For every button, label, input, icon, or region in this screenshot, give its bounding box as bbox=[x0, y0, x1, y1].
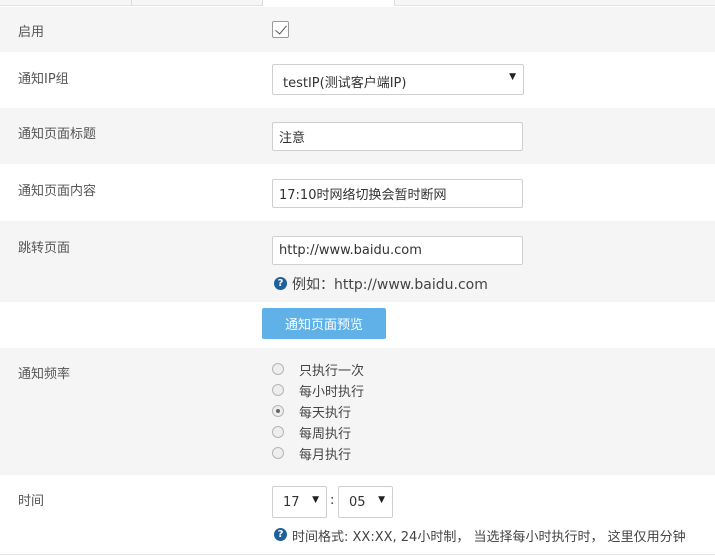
ip-group-select[interactable]: testIP(测试客户端IP) ▼ bbox=[272, 64, 524, 95]
caret-down-icon: ▼ bbox=[312, 495, 319, 505]
tab-active[interactable] bbox=[262, 0, 394, 7]
frequency-option-weekly[interactable]: 每周执行 bbox=[272, 423, 472, 442]
hour-value: 17 bbox=[283, 495, 300, 510]
radio-button[interactable] bbox=[272, 363, 284, 375]
page-content-input[interactable] bbox=[272, 179, 523, 208]
frequency-option-label: 每周执行 bbox=[299, 427, 352, 442]
time-row: 时间 17 ▼ : 05 ▼ ? 时间格式: XX:XX, 24小时制， 当选择… bbox=[0, 475, 715, 554]
frequency-option-label: 每月执行 bbox=[299, 448, 352, 463]
divider bbox=[0, 554, 715, 555]
radio-button[interactable] bbox=[272, 384, 284, 396]
redirect-input[interactable] bbox=[272, 236, 523, 265]
ip-group-row: 通知IP组 testIP(测试客户端IP) ▼ bbox=[0, 52, 715, 108]
page-content-label: 通知页面内容 bbox=[18, 184, 97, 199]
frequency-option-label: 只执行一次 bbox=[299, 364, 365, 379]
caret-down-icon: ▼ bbox=[509, 72, 516, 82]
time-separator: : bbox=[330, 493, 335, 508]
frequency-option-once[interactable]: 只执行一次 bbox=[272, 360, 472, 379]
ip-group-value: testIP(测试客户端IP) bbox=[283, 76, 407, 91]
redirect-label: 跳转页面 bbox=[18, 241, 71, 256]
ip-group-label: 通知IP组 bbox=[18, 72, 69, 87]
redirect-row: 跳转页面 ? 例如：http://www.baidu.com bbox=[0, 221, 715, 302]
time-label: 时间 bbox=[18, 494, 45, 509]
page-title-row: 通知页面标题 bbox=[0, 108, 715, 164]
frequency-row: 通知频率 只执行一次 每小时执行 每天执行 每周执行 每月执行 bbox=[0, 348, 715, 475]
enable-label: 启用 bbox=[18, 25, 45, 40]
enable-checkbox[interactable] bbox=[272, 21, 289, 38]
radio-button[interactable] bbox=[272, 447, 284, 459]
tab-divider bbox=[394, 0, 395, 6]
page-title-label: 通知页面标题 bbox=[18, 127, 97, 142]
preview-button[interactable]: 通知页面预览 bbox=[262, 308, 386, 339]
question-circle-icon: ? bbox=[274, 277, 287, 290]
frequency-option-hourly[interactable]: 每小时执行 bbox=[272, 381, 472, 400]
time-help: 时间格式: XX:XX, 24小时制， 当选择每小时执行时， 这里仅用分钟 bbox=[292, 530, 686, 545]
minute-select[interactable]: 05 ▼ bbox=[338, 486, 393, 518]
tab-divider bbox=[131, 0, 132, 6]
frequency-option-monthly[interactable]: 每月执行 bbox=[272, 444, 472, 463]
caret-down-icon: ▼ bbox=[378, 495, 385, 505]
page-content-row: 通知页面内容 bbox=[0, 164, 715, 221]
frequency-option-label: 每天执行 bbox=[299, 406, 352, 421]
hour-select[interactable]: 17 ▼ bbox=[272, 486, 327, 518]
radio-button-checked[interactable] bbox=[272, 405, 284, 417]
minute-value: 05 bbox=[349, 495, 366, 510]
tab-strip bbox=[0, 0, 715, 7]
enable-row: 启用 bbox=[0, 7, 715, 52]
frequency-option-label: 每小时执行 bbox=[299, 385, 365, 400]
radio-button[interactable] bbox=[272, 426, 284, 438]
question-circle-icon: ? bbox=[274, 528, 287, 541]
frequency-option-daily[interactable]: 每天执行 bbox=[272, 402, 472, 421]
redirect-help: 例如：http://www.baidu.com bbox=[292, 277, 488, 293]
frequency-label: 通知频率 bbox=[18, 367, 71, 382]
tab-divider bbox=[262, 0, 263, 6]
page-title-input[interactable] bbox=[272, 122, 523, 151]
